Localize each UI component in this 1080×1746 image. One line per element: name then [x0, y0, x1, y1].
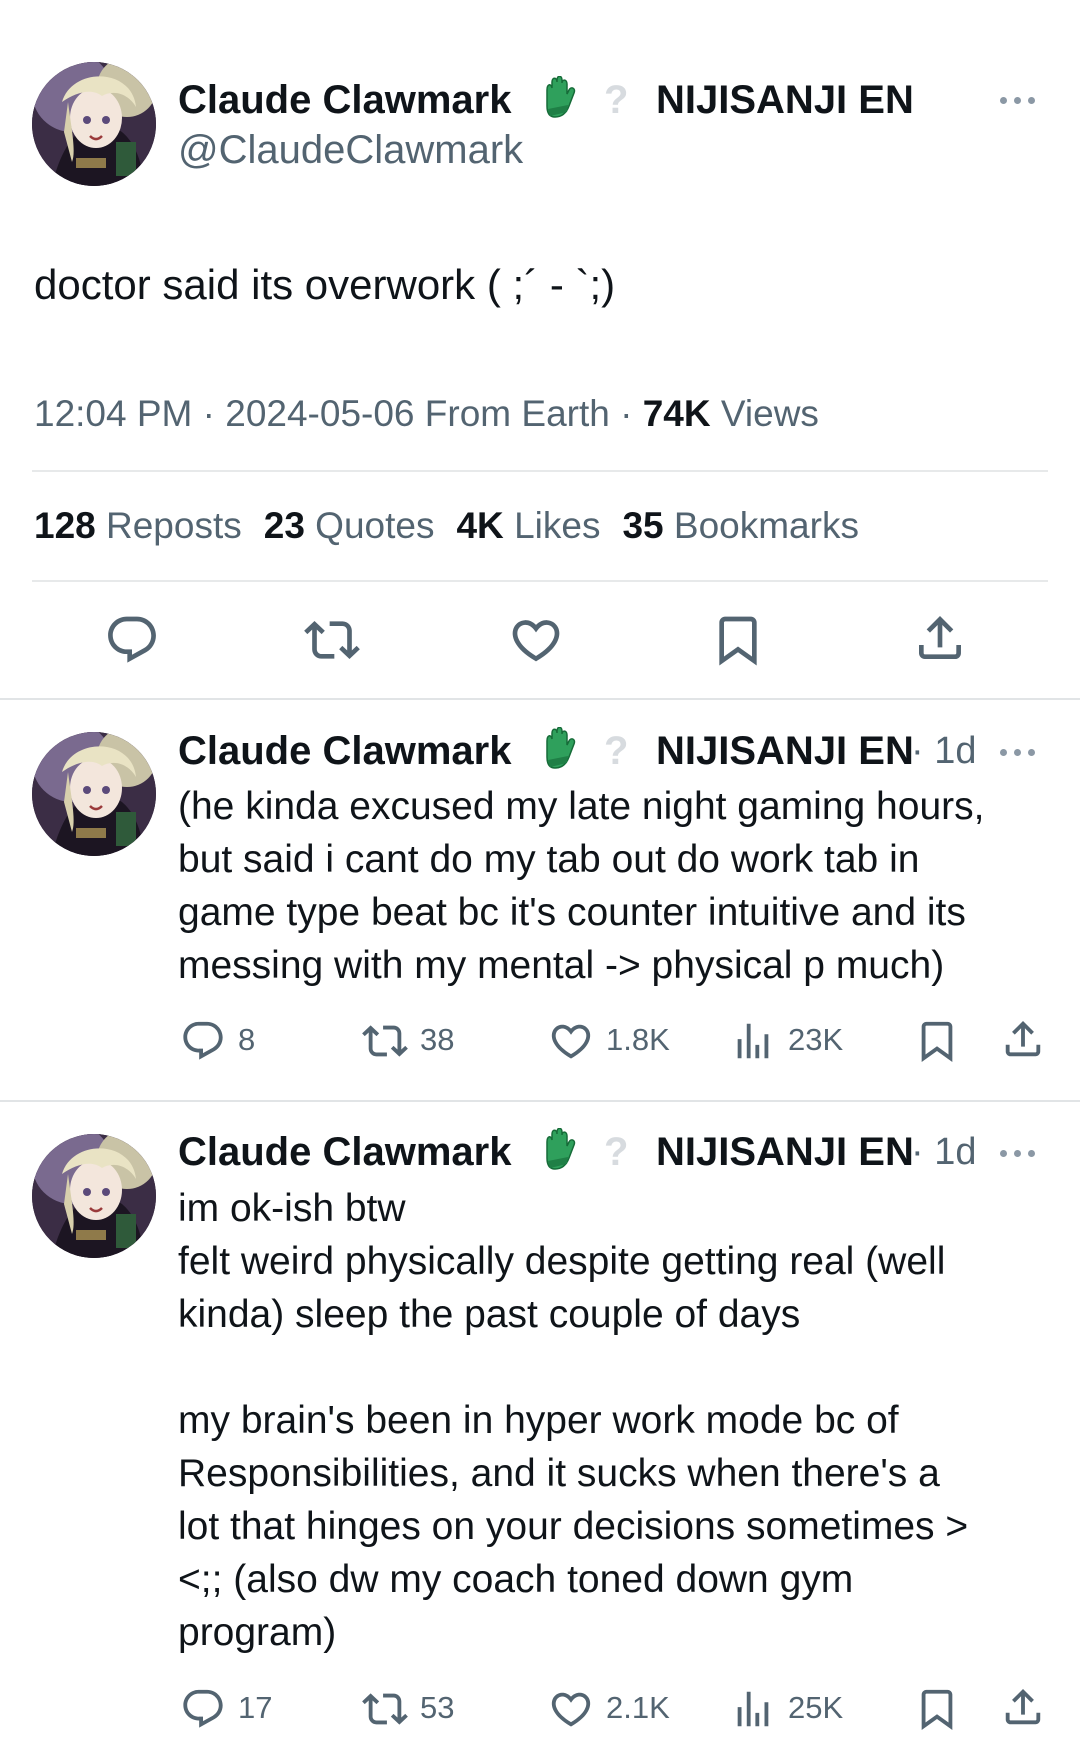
green-glove-icon: [538, 1128, 578, 1172]
tweet-text: (he kinda excused my late night gaming h…: [178, 785, 985, 987]
reply-icon[interactable]: [180, 1686, 226, 1732]
repost-icon[interactable]: [304, 612, 360, 668]
views-count: 23K: [788, 1022, 844, 1057]
reposts-label: Reposts: [95, 505, 242, 546]
views-icon[interactable]: [730, 1686, 776, 1732]
repost-icon[interactable]: [362, 1018, 408, 1064]
affiliation-label[interactable]: NIJISANJI EN: [656, 727, 914, 775]
question-mark-icon: ?: [604, 729, 629, 773]
timestamp[interactable]: · 1d: [911, 727, 976, 775]
views-count: 25K: [788, 1690, 844, 1725]
bookmark-icon[interactable]: [914, 1018, 960, 1064]
affiliation-label[interactable]: NIJISANJI EN: [656, 1128, 914, 1176]
quotes-count: 23: [263, 505, 305, 546]
bookmarks-count: 35: [622, 505, 664, 546]
author-handle[interactable]: @ClaudeClawmark: [178, 126, 523, 174]
engagement-stats: 128 Reposts 23 Quotes 4K Likes 35 Bookmarks: [34, 502, 859, 550]
divider: [0, 1100, 1080, 1102]
affiliation-label[interactable]: NIJISANJI EN: [656, 76, 914, 124]
like-count: 2.1K: [606, 1690, 670, 1725]
bookmarks-label: Bookmarks: [663, 505, 859, 546]
divider: [0, 698, 1080, 700]
tweet-text: doctor said its overwork ( ;´ - `;): [34, 261, 616, 308]
green-glove-icon: [538, 727, 578, 771]
repost-icon[interactable]: [362, 1686, 408, 1732]
more-icon[interactable]: [1000, 742, 1044, 762]
like-count: 1.8K: [606, 1022, 670, 1057]
author-name[interactable]: Claude Clawmark: [178, 1128, 511, 1176]
tweet-meta: 12:04 PM · 2024-05-06 From Earth · 74K V…: [34, 390, 819, 438]
quotes-label: Quotes: [304, 505, 435, 546]
like-icon[interactable]: [548, 1018, 594, 1064]
bookmarks-stat[interactable]: 35 Bookmarks: [622, 505, 859, 546]
views-icon[interactable]: [730, 1018, 776, 1064]
views-count: 74K: [642, 393, 711, 434]
share-icon[interactable]: [1000, 1016, 1046, 1062]
reply-icon[interactable]: [104, 612, 160, 668]
views-label: Views: [710, 393, 819, 434]
quotes-stat[interactable]: 23 Quotes: [264, 505, 435, 546]
repost-count: 38: [420, 1022, 455, 1057]
like-icon[interactable]: [508, 612, 564, 668]
likes-count: 4K: [456, 505, 504, 546]
author-name[interactable]: Claude Clawmark: [178, 727, 511, 775]
avatar[interactable]: [32, 732, 156, 856]
reply-icon[interactable]: [180, 1018, 226, 1064]
bookmark-icon[interactable]: [914, 1686, 960, 1732]
reposts-stat[interactable]: 128 Reposts: [34, 505, 242, 546]
likes-stat[interactable]: 4K Likes: [456, 505, 600, 546]
reply-count: 17: [238, 1690, 273, 1725]
divider: [32, 470, 1048, 472]
share-icon[interactable]: [1000, 1684, 1046, 1730]
green-glove-icon: [538, 76, 578, 120]
repost-count: 53: [420, 1690, 455, 1725]
more-icon[interactable]: [1000, 90, 1044, 110]
share-icon[interactable]: [912, 610, 968, 666]
timestamp[interactable]: · 1d: [911, 1128, 976, 1176]
avatar[interactable]: [32, 62, 156, 186]
divider: [32, 580, 1048, 582]
avatar[interactable]: [32, 1134, 156, 1258]
question-mark-icon: ?: [604, 1130, 629, 1174]
timestamp[interactable]: 12:04 PM · 2024-05-06 From Earth ·: [34, 393, 643, 434]
more-icon[interactable]: [1000, 1143, 1044, 1163]
tweet-text: im ok-ish btw felt weird physically desp…: [178, 1187, 969, 1654]
likes-label: Likes: [503, 505, 601, 546]
reply-count: 8: [238, 1022, 256, 1057]
author-name[interactable]: Claude Clawmark: [178, 76, 511, 124]
bookmark-icon[interactable]: [710, 612, 766, 668]
question-mark-icon: ?: [604, 78, 629, 122]
reposts-count: 128: [34, 505, 96, 546]
like-icon[interactable]: [548, 1686, 594, 1732]
